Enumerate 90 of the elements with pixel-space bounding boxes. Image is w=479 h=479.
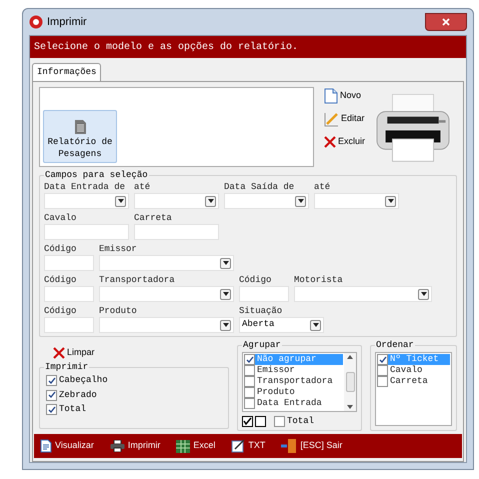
close-button[interactable] — [425, 13, 467, 31]
field-label: Data Saída de — [224, 181, 296, 193]
footer-button[interactable]: TXT — [231, 439, 266, 453]
field-label: Cavalo — [44, 212, 78, 224]
field-label: Situação — [239, 305, 284, 317]
uncheck-all-icon[interactable] — [255, 416, 266, 428]
field-label: Código — [44, 243, 78, 255]
scrollbar[interactable] — [344, 353, 356, 411]
group-title: Agrupar — [242, 339, 282, 351]
dropdown-field[interactable] — [99, 317, 234, 333]
action-button[interactable]: Editar — [324, 110, 366, 128]
checkbox-label: Cabeçalho — [59, 374, 108, 387]
door-icon — [281, 439, 298, 453]
tab[interactable]: Informações — [32, 63, 102, 81]
field-label: Código — [44, 274, 78, 286]
list-item[interactable]: Carreta — [377, 376, 450, 387]
checkbox-label: Zebrado — [59, 388, 97, 402]
scroll-thumb[interactable] — [346, 372, 354, 392]
app-icon — [29, 15, 43, 29]
field-label: até — [314, 181, 332, 193]
action-button[interactable]: Excluir — [324, 133, 366, 151]
list-item[interactable]: Emissor — [244, 365, 343, 376]
field-label: Código — [44, 305, 78, 317]
notepad-icon — [231, 439, 246, 453]
checkbox[interactable] — [377, 365, 388, 376]
list-item[interactable]: Data Entrada — [244, 398, 343, 409]
window-title: Imprimir — [47, 14, 87, 30]
checkbox[interactable] — [377, 376, 388, 387]
document-icon — [74, 120, 86, 134]
dropdown-field[interactable] — [99, 286, 234, 302]
input-field[interactable] — [134, 224, 219, 240]
group-title: Imprimir — [44, 361, 90, 373]
checkbox[interactable] — [274, 416, 285, 428]
list-item[interactable]: Produto — [244, 387, 343, 398]
checkbox[interactable] — [244, 398, 255, 409]
dropdown-field[interactable] — [99, 255, 234, 271]
footer-button[interactable]: Imprimir — [110, 439, 160, 453]
close-icon — [53, 347, 65, 359]
field-label: Motorista — [294, 274, 344, 286]
dropdown-field[interactable]: Aberta — [239, 317, 324, 333]
check-icon — [246, 356, 254, 364]
checkbox[interactable] — [244, 376, 255, 387]
list-item[interactable]: Transportadora — [244, 376, 343, 387]
input-field[interactable] — [44, 224, 129, 240]
printer-icon — [110, 440, 125, 452]
checkbox[interactable] — [244, 365, 255, 376]
dropdown-field[interactable] — [294, 286, 432, 302]
dropdown-field[interactable] — [134, 193, 219, 209]
input-field[interactable] — [239, 286, 289, 302]
checkbox[interactable] — [46, 390, 57, 401]
scroll-up-icon[interactable] — [347, 355, 353, 359]
dropdown-field[interactable] — [224, 193, 309, 209]
field-label: Emissor — [99, 243, 138, 255]
check-icon — [378, 356, 386, 364]
field-label: Transportadora — [99, 274, 176, 286]
model-item[interactable]: Relatório de Pesagens — [43, 110, 117, 163]
field-label: até — [134, 181, 152, 193]
list-item[interactable]: Cavalo — [377, 365, 450, 376]
spreadsheet-icon — [176, 440, 190, 452]
field-label: Código — [239, 274, 272, 286]
pencil-icon — [324, 112, 339, 126]
close-icon — [442, 18, 450, 26]
checkbox-label: Total — [287, 415, 314, 428]
checkbox[interactable] — [244, 354, 255, 365]
input-field[interactable] — [44, 286, 94, 302]
field-label: Data Entrada de — [44, 181, 126, 193]
group-title: Campos para seleção — [44, 169, 149, 181]
scroll-down-icon[interactable] — [347, 405, 353, 409]
footer-button[interactable]: [ESC] Sair — [281, 439, 342, 453]
document-icon — [40, 439, 52, 453]
action-button[interactable]: Novo — [324, 87, 366, 105]
input-field[interactable] — [44, 255, 94, 271]
footer-button[interactable]: Excel — [176, 439, 216, 453]
checkbox-label: Total — [59, 403, 86, 416]
checkbox[interactable] — [244, 387, 255, 398]
check-all-icon[interactable] — [242, 416, 253, 428]
input-field[interactable] — [44, 317, 94, 333]
field-label: Produto — [99, 305, 138, 317]
checkbox[interactable] — [46, 375, 57, 386]
footer-button[interactable]: Visualizar — [40, 439, 94, 453]
header-text: Selecione o modelo e as opções do relatório. — [34, 40, 298, 54]
dropdown-field[interactable] — [314, 193, 399, 209]
clear-button[interactable]: Limpar — [53, 345, 229, 361]
dropdown-field[interactable] — [44, 193, 129, 209]
checkbox[interactable] — [377, 354, 388, 365]
model-label: Relatório de Pesagens — [46, 136, 114, 160]
document-icon — [324, 88, 338, 104]
close-icon — [324, 136, 336, 148]
field-label: Carreta — [134, 212, 173, 224]
checkbox[interactable] — [46, 404, 57, 416]
